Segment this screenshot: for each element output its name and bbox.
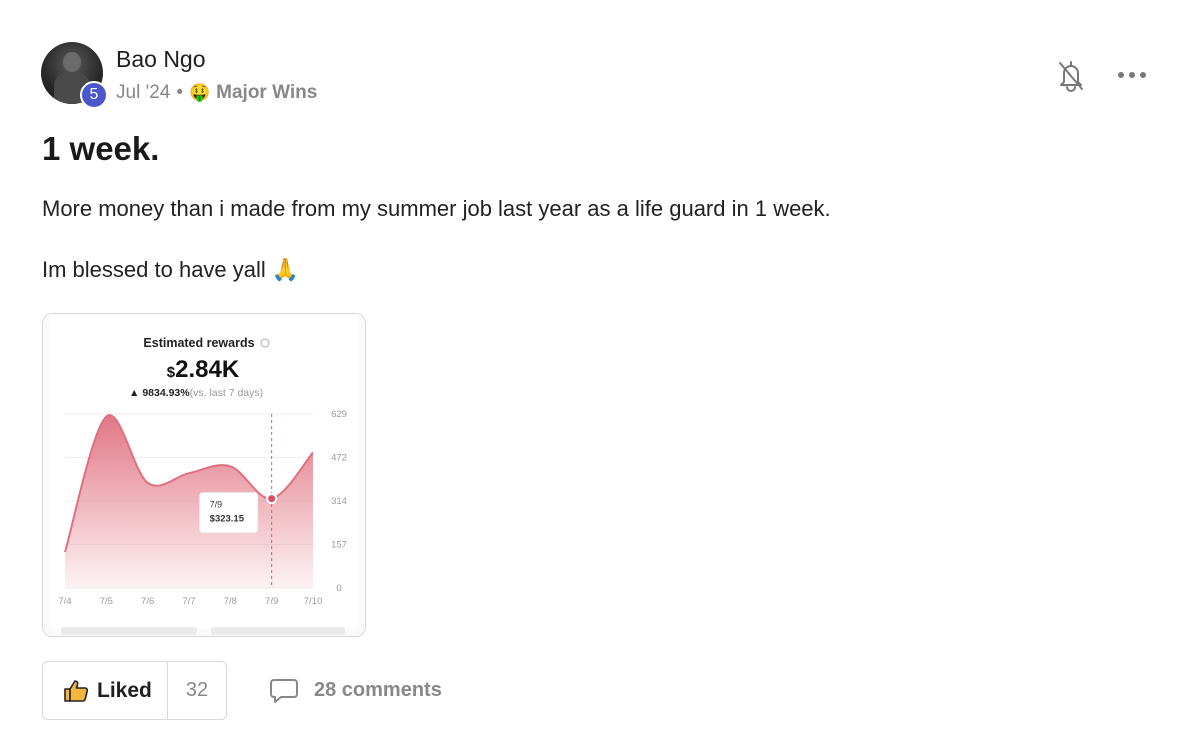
chart-total-value: 2.84K [175,356,240,383]
like-group: Liked 32 [42,661,227,720]
category-label[interactable]: Major Wins [216,82,317,104]
rewards-chart: Estimated rewards $2.84K ▲ 9834.93%(vs. … [49,314,359,635]
post-body-line: Im blessed to have yall 🙏 [42,257,300,282]
x-tick-label: 7/8 [224,596,237,607]
chart-tooltip: 7/9 $323.15 [199,492,259,534]
y-tick-label: 0 [336,583,341,594]
post-title: 1 week. [42,130,160,167]
attachment-image[interactable]: Estimated rewards $2.84K ▲ 9834.93%(vs. … [42,313,366,637]
x-tick-label: 7/5 [100,596,113,607]
chart-change-value: 9834.93% [142,387,190,399]
chart-total: $2.84K [167,356,240,383]
like-count[interactable]: 32 [168,662,226,719]
like-button[interactable]: Liked [43,662,168,719]
y-tick-label: 157 [331,540,347,551]
chart-change-note: (vs. last 7 days) [190,387,264,399]
comments-button[interactable]: 28 comments [268,676,442,704]
meta-separator: • [176,82,183,103]
x-tick-label: 7/9 [265,596,278,607]
tooltip-date: 7/9 [210,500,223,510]
chart-title: Estimated rewards [143,336,254,350]
y-tick-label: 314 [331,496,347,507]
thumbs-up-icon [64,679,89,702]
y-tick-label: 472 [331,452,347,463]
x-tick-label: 7/4 [58,596,71,607]
more-horizontal-icon[interactable] [1116,64,1148,86]
post-meta: Jul '24 • 🤑 Major Wins [116,82,317,104]
x-tick-label: 7/6 [141,596,154,607]
x-tick-label: 7/7 [182,596,195,607]
like-label: Liked [97,678,152,702]
x-tick-label: 7/10 [304,596,323,607]
post-date[interactable]: Jul '24 [116,82,170,104]
tooltip-value: $323.15 [210,514,245,525]
post-body-line: More money than i made from my summer jo… [42,196,831,221]
highlight-point [266,493,278,505]
comment-bubble-icon [270,679,298,703]
bell-off-icon[interactable] [1056,58,1086,92]
level-badge: 5 [80,81,108,109]
author-name[interactable]: Bao Ngo [116,46,206,73]
y-tick-label: 629 [331,409,347,420]
comments-label: 28 comments [314,678,442,701]
category-emoji: 🤑 [188,83,211,102]
chart-change: ▲ 9834.93%(vs. last 7 days) [129,387,263,399]
